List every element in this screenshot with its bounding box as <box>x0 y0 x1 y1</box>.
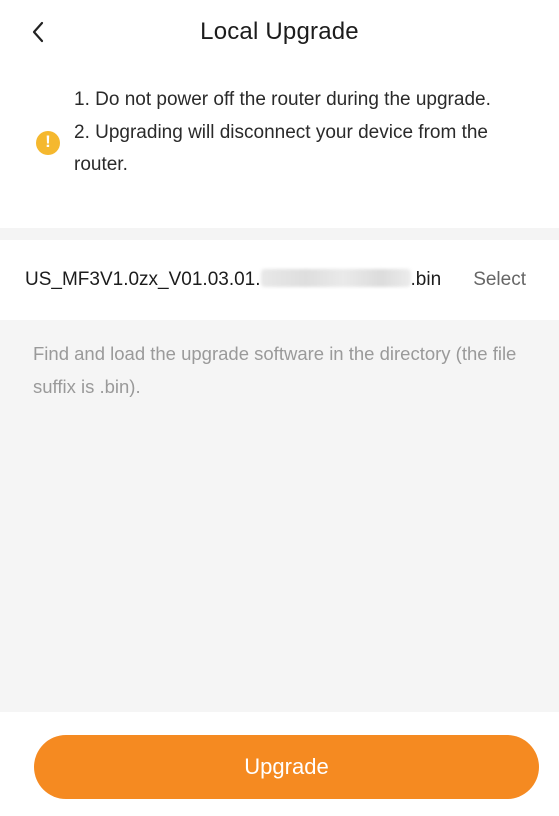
header-bar: Local Upgrade <box>0 0 559 64</box>
notice-text: 1. Do not power off the router during th… <box>74 84 544 182</box>
warning-icon: ! <box>36 131 60 155</box>
file-name: US_MF3V1.0zx_V01.03.01. .bin <box>25 269 441 291</box>
warning-icon-glyph: ! <box>45 132 51 151</box>
file-name-suffix: .bin <box>410 269 442 290</box>
page-title: Local Upgrade <box>200 18 359 45</box>
section-divider <box>0 228 559 240</box>
notice-line-1: 1. Do not power off the router during th… <box>74 89 491 110</box>
redacted-text <box>260 269 411 287</box>
file-name-prefix: US_MF3V1.0zx_V01.03.01. <box>25 269 261 290</box>
notice-line-2: 2. Upgrading will disconnect your device… <box>74 121 488 176</box>
upgrade-notice: ! 1. Do not power off the router during … <box>0 64 559 228</box>
upgrade-button[interactable]: Upgrade <box>34 735 539 799</box>
select-file-button[interactable]: Select <box>473 269 526 291</box>
file-row: US_MF3V1.0zx_V01.03.01. .bin Select <box>0 240 559 320</box>
hint-text: Find and load the upgrade software in th… <box>33 343 517 397</box>
